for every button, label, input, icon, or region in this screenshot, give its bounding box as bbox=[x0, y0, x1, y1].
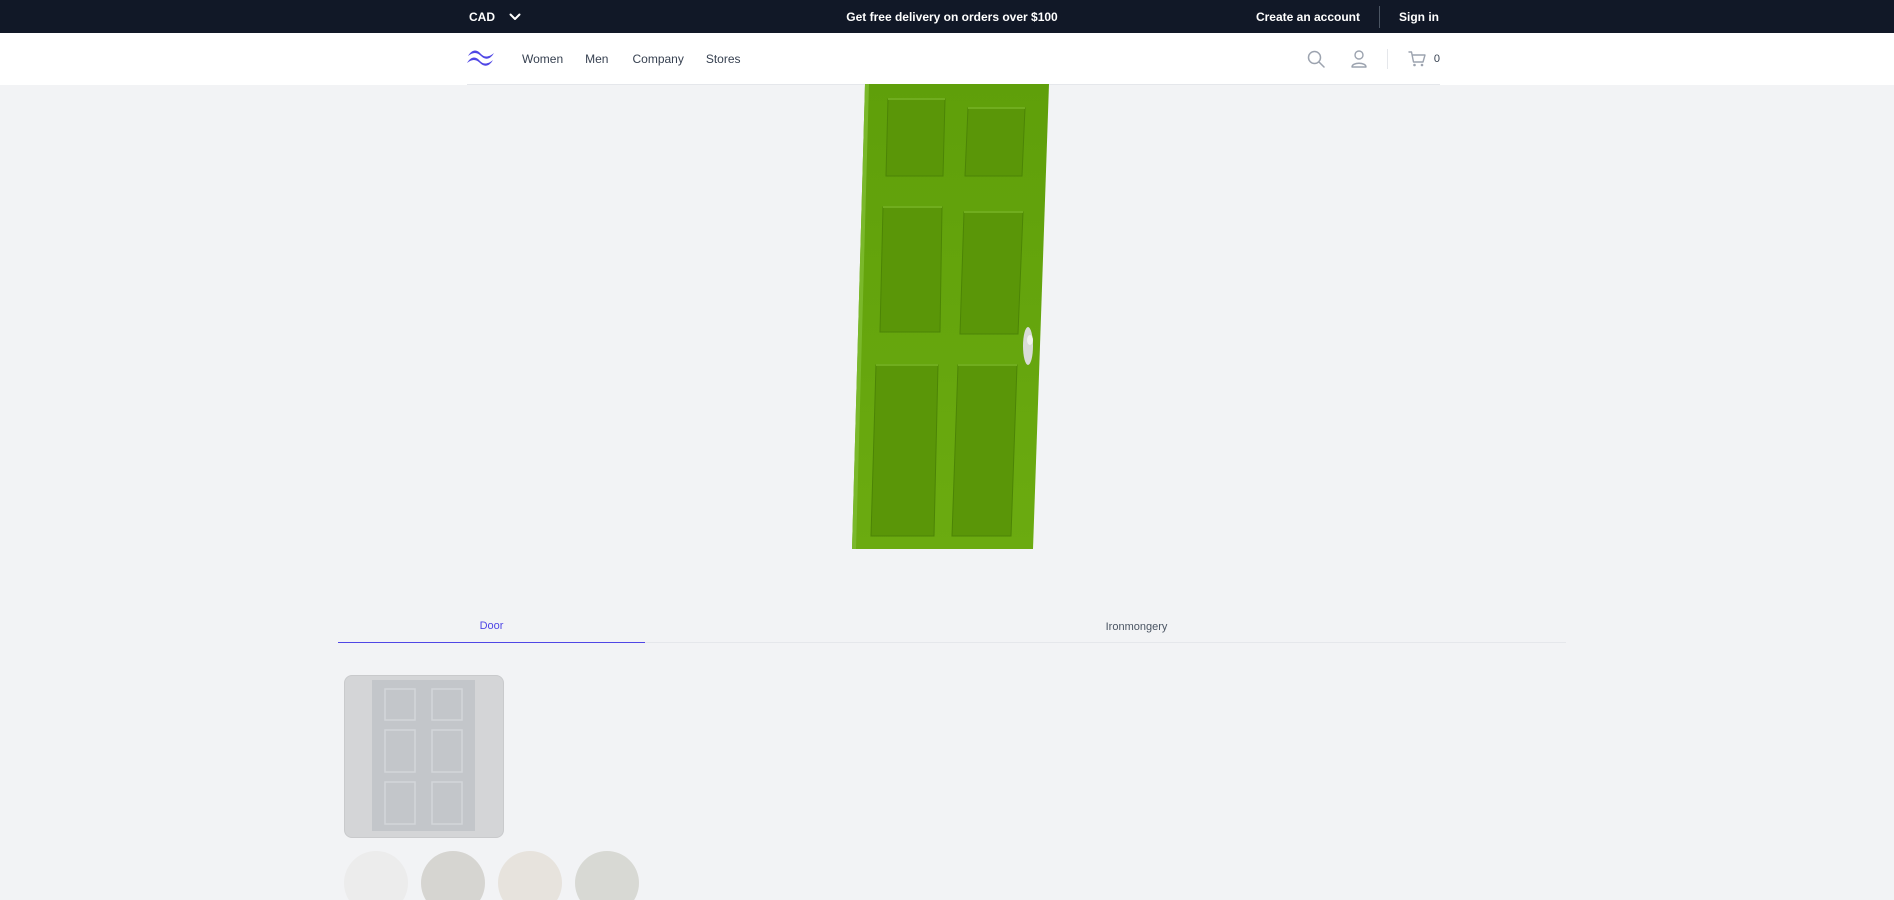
search-icon bbox=[1307, 50, 1325, 68]
create-account-link[interactable]: Create an account bbox=[1256, 10, 1360, 24]
site-header: Women Men Company Stores 0 bbox=[0, 33, 1894, 85]
color-swatch[interactable] bbox=[575, 851, 639, 900]
cart-button[interactable]: 0 bbox=[1408, 51, 1440, 67]
color-swatch[interactable] bbox=[498, 851, 562, 900]
currency-label: CAD bbox=[469, 9, 495, 24]
account-button[interactable] bbox=[1351, 50, 1367, 68]
divider bbox=[1386, 49, 1388, 69]
color-swatch[interactable] bbox=[344, 851, 408, 900]
door-3d-viewer[interactable] bbox=[850, 84, 1050, 552]
cart-count: 0 bbox=[1433, 53, 1440, 65]
free-delivery-announcement: Get free delivery on orders over $100 bbox=[846, 9, 1058, 24]
sign-in-link[interactable]: Sign in bbox=[1399, 10, 1439, 24]
color-swatch[interactable] bbox=[421, 851, 485, 900]
divider bbox=[1379, 5, 1380, 28]
cart-icon bbox=[1408, 51, 1426, 67]
nav-link-company[interactable]: Company bbox=[632, 52, 683, 66]
announcement-bar: Get free delivery on orders over $100 CA… bbox=[0, 0, 1894, 33]
search-button[interactable] bbox=[1307, 50, 1325, 68]
user-icon bbox=[1351, 50, 1367, 68]
currency-selector[interactable]: CAD bbox=[469, 0, 521, 33]
tab-door[interactable]: Door bbox=[338, 610, 645, 643]
main-nav: Women Men Company Stores bbox=[522, 33, 763, 85]
door-handle-icon bbox=[1023, 327, 1033, 365]
nav-link-men[interactable]: Men bbox=[585, 52, 608, 66]
account-links: Create an account Sign in bbox=[1256, 0, 1439, 33]
waves-logo-icon[interactable] bbox=[466, 48, 496, 68]
configurator-tabs: Door Ironmongery bbox=[338, 610, 1566, 643]
nav-link-stores[interactable]: Stores bbox=[706, 52, 741, 66]
nav-link-women[interactable]: Women bbox=[522, 52, 563, 66]
door-style-option[interactable] bbox=[344, 675, 504, 838]
header-actions: 0 bbox=[1307, 33, 1440, 85]
door-thumbnail-icon bbox=[372, 680, 475, 831]
tab-ironmongery[interactable]: Ironmongery bbox=[983, 610, 1290, 643]
chevron-down-icon bbox=[509, 13, 521, 20]
